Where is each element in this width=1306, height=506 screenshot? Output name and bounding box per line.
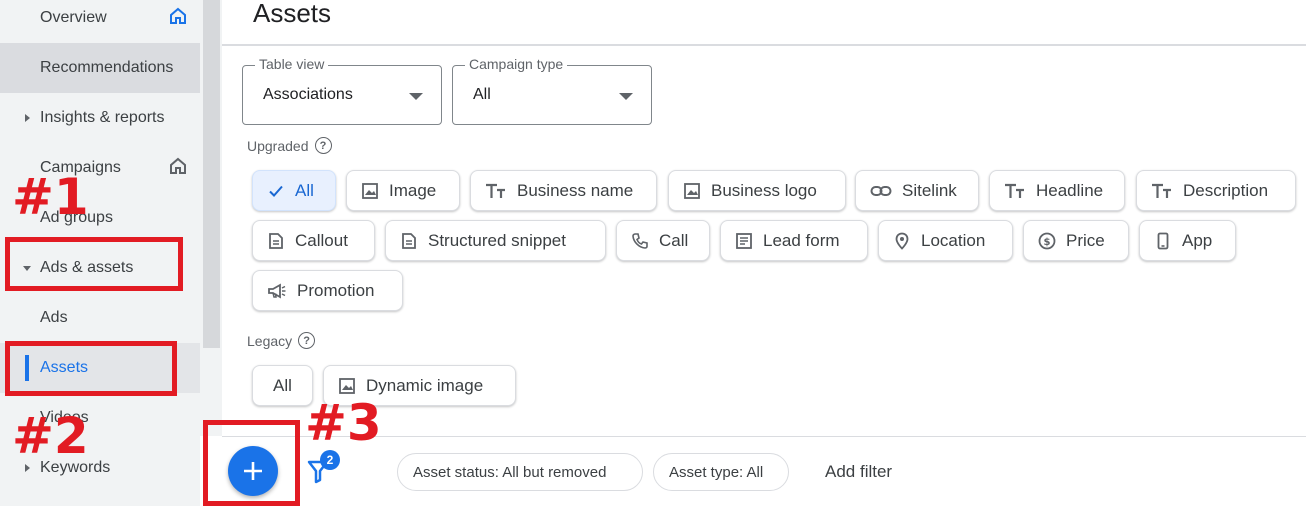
table-view-legend: Table view: [255, 56, 329, 72]
chip-all[interactable]: All: [252, 170, 336, 211]
sidebar-item-label: Ads: [40, 309, 68, 326]
sidebar-item-overview[interactable]: Overview: [0, 0, 200, 43]
chip-headline[interactable]: Headline: [989, 170, 1125, 211]
filter-count-badge: 2: [320, 450, 340, 470]
chip-sitelink[interactable]: Sitelink: [855, 170, 979, 211]
annotation-box-3: [203, 420, 300, 506]
sidebar-item-ads[interactable]: Ads: [0, 293, 200, 343]
chip-label: Description: [1183, 180, 1269, 200]
legacy-section-label: Legacy ?: [247, 332, 316, 349]
annotation-box-1: [5, 237, 183, 291]
chip-label: Image: [389, 180, 437, 200]
home-icon: [169, 157, 187, 180]
sidebar-item-label: Recommendations: [40, 59, 174, 76]
chip-promotion[interactable]: Promotion: [252, 270, 403, 311]
form-icon: [736, 232, 752, 249]
campaign-type-legend: Campaign type: [465, 56, 568, 72]
check-icon: [269, 185, 283, 197]
upgraded-section-label: Upgraded ?: [247, 137, 332, 154]
caret-right-icon: [25, 114, 30, 122]
text-icon: [1152, 183, 1171, 198]
chip-lead-form[interactable]: Lead form: [720, 220, 868, 261]
image-icon: [339, 377, 355, 394]
annotation-label-3: #3: [305, 394, 382, 452]
phone-icon: [632, 232, 648, 249]
campaign-type-select[interactable]: Campaign type All: [452, 56, 652, 125]
chip-location[interactable]: Location: [878, 220, 1013, 261]
megaphone-icon: [268, 282, 286, 299]
chip-label: Business name: [517, 180, 634, 200]
table-view-select[interactable]: Table view Associations: [242, 56, 442, 125]
chip-label: Location: [921, 230, 986, 250]
annotation-label-2: #2: [12, 407, 89, 465]
chip-label: App: [1182, 230, 1213, 250]
text-icon: [486, 183, 505, 198]
annotation-label-1: #1: [12, 168, 89, 226]
header-divider: [222, 44, 1306, 46]
scrollbar-thumb[interactable]: [203, 0, 220, 348]
chip-legacy-all[interactable]: All: [252, 365, 313, 406]
chip-label: Dynamic image: [366, 375, 484, 395]
annotation-box-2: [5, 341, 177, 396]
document-icon: [269, 232, 283, 249]
sidebar-item-insights-reports[interactable]: Insights & reports: [0, 93, 200, 143]
location-pin-icon: [895, 232, 909, 250]
image-icon: [362, 182, 378, 199]
sidebar-item-recommendations[interactable]: Recommendations: [0, 43, 200, 93]
chip-label: All: [273, 375, 292, 395]
chip-business-logo[interactable]: Business logo: [668, 170, 846, 211]
chip-app[interactable]: App: [1139, 220, 1236, 261]
chip-label: Callout: [295, 230, 348, 250]
page-title: Assets: [253, 0, 332, 28]
caret-right-icon: [25, 464, 30, 472]
chip-label: All: [295, 180, 314, 200]
dropdown-arrow-icon: [619, 93, 633, 100]
chip-label: Call: [659, 230, 689, 250]
chip-price[interactable]: $ Price: [1023, 220, 1129, 261]
help-icon[interactable]: ?: [298, 332, 316, 349]
chip-label: Business logo: [711, 180, 817, 200]
link-icon: [870, 185, 892, 196]
document-icon: [402, 232, 416, 249]
sidebar-item-label: Insights & reports: [40, 109, 165, 126]
chip-label: Price: [1066, 230, 1105, 250]
asset-type-filter-pill[interactable]: Asset type: All: [653, 453, 789, 491]
sidebar-item-label: Overview: [40, 9, 107, 26]
text-icon: [1005, 183, 1024, 198]
chip-label: Headline: [1036, 180, 1104, 200]
campaign-type-value: All: [473, 86, 491, 103]
chip-label: Lead form: [763, 230, 840, 250]
sidebar-scrollbar[interactable]: [200, 0, 222, 436]
add-filter-button[interactable]: Add filter: [825, 462, 892, 482]
asset-status-filter-pill[interactable]: Asset status: All but removed: [397, 453, 643, 491]
chip-image[interactable]: Image: [346, 170, 460, 211]
price-icon: $: [1038, 232, 1056, 249]
upgraded-label-text: Upgraded: [247, 137, 309, 154]
chip-callout[interactable]: Callout: [252, 220, 375, 261]
chip-label: Structured snippet: [428, 230, 566, 250]
svg-text:$: $: [1044, 237, 1051, 248]
help-icon[interactable]: ?: [314, 137, 332, 154]
legacy-label-text: Legacy: [247, 332, 293, 349]
pill-label: Asset status: All but removed: [413, 463, 607, 481]
chip-business-name[interactable]: Business name: [470, 170, 657, 211]
chip-structured-snippet[interactable]: Structured snippet: [385, 220, 606, 261]
chip-call[interactable]: Call: [616, 220, 710, 261]
dropdown-arrow-icon: [409, 93, 423, 100]
mobile-icon: [1157, 232, 1169, 249]
image-icon: [684, 182, 700, 199]
table-view-value: Associations: [263, 86, 353, 103]
chip-label: Sitelink: [902, 180, 957, 200]
chip-label: Promotion: [297, 280, 375, 300]
home-icon: [169, 7, 187, 30]
pill-label: Asset type: All: [669, 463, 764, 481]
chip-description[interactable]: Description: [1136, 170, 1296, 211]
toolbar-divider: [222, 436, 1306, 437]
